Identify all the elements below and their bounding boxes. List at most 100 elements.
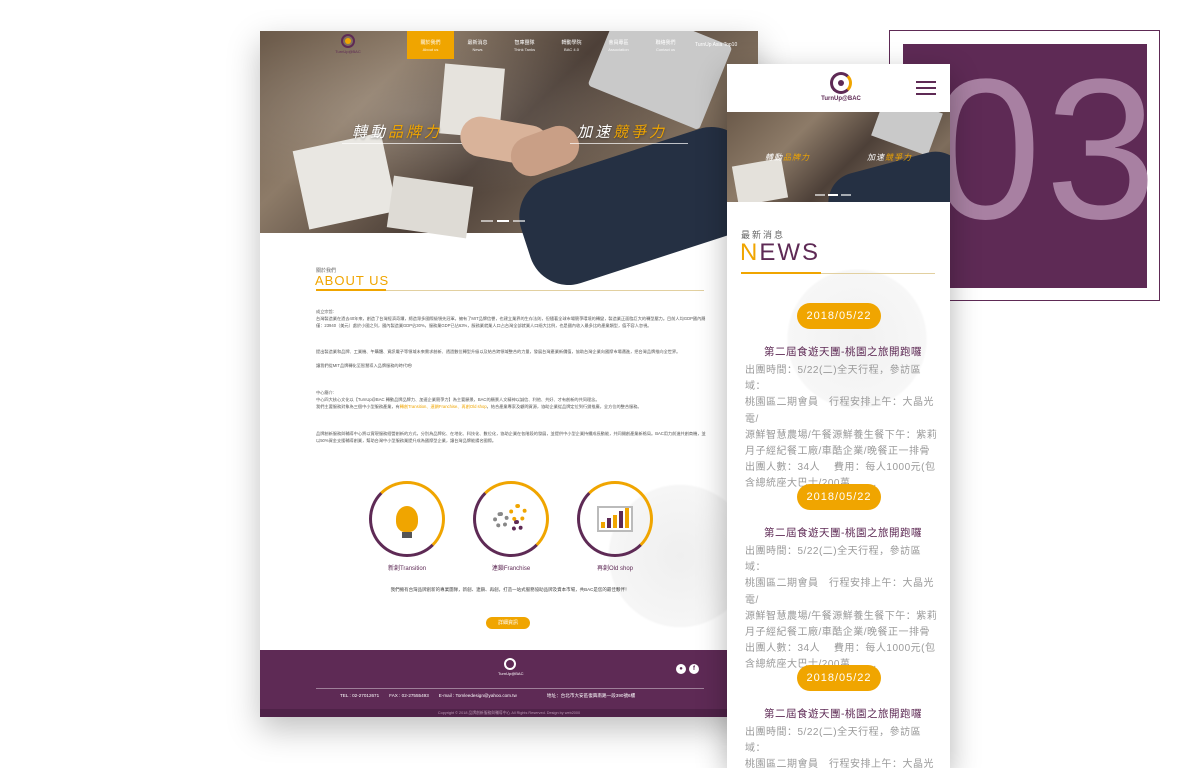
slogan-right-orange: 競爭力	[613, 124, 668, 141]
about-intro-text-2: 品牌創新服務與輔導中心將以實現服務經營創新的方式，分別為品牌化、在地化、科技化、…	[316, 431, 706, 443]
nav-item-sublabel: Think Tanks	[513, 47, 536, 52]
mobile-slide-indicator[interactable]	[815, 194, 851, 196]
footer-fax: FAX : 02-27555493	[389, 693, 429, 698]
hero-document	[386, 175, 474, 239]
line-icon[interactable]: ●	[676, 664, 686, 674]
nav-item-label: 聯絡我們	[655, 40, 676, 46]
desktop-logo[interactable]: TurnUp@BAC	[334, 34, 362, 54]
news-excerpt: 出團時間：5/22(二)全天行程，參訪區域： 桃園區二期會員 行程安排上午：大晶光…	[745, 544, 940, 674]
news-excerpt-line: 出團時間：5/22(二)全天行程，參訪區域：	[745, 727, 922, 755]
about-intro-c: ，結合產業專家及顧問資源，協助企業從品牌定位到行銷推廣，全方位的整合服務。	[486, 403, 642, 409]
nav-item[interactable]: 智庫團隊 Think Tanks	[501, 31, 548, 59]
news-title[interactable]: 第二屆食遊天團-桃園之旅開跑囉	[764, 525, 924, 540]
mobile-logo[interactable]: TurnUp@BAC	[821, 72, 861, 102]
slogan-left-white: 轉動	[765, 153, 783, 162]
service-ring	[577, 481, 653, 557]
mobile-logo-text: TurnUp@BAC	[821, 96, 861, 102]
bar-chart-icon	[597, 506, 633, 532]
news-excerpt-line: 源鮮智慧農場/午餐源鮮養生餐下午：紫莉	[745, 429, 938, 441]
news-date-badge: 2018/05/22	[797, 484, 881, 510]
about-title-first: A	[315, 273, 325, 288]
footer-copyright: Copyright © 2018 品牌創新服務與輔導中心 All Rights …	[260, 709, 758, 717]
about-purpose-label: 成立宗旨:	[316, 309, 334, 314]
about-title-rest: BOUT US	[324, 273, 390, 288]
news-excerpt-line: 月子經紀餐工廠/車酷企業/晚餐正一排骨	[745, 627, 931, 639]
news-excerpt-line: 源鮮智慧農場/午餐源鮮養生餐下午：紫莉	[745, 610, 938, 622]
news-excerpt-line: 出團時間：5/22(二)全天行程，參訪區域：	[745, 546, 922, 574]
about-intro-text: 中心四大核心文化以【TurnUp@BAC 轉動品牌品牌力、加速企業競爭力】為主要…	[316, 397, 706, 411]
service-label: 再創Old shop	[596, 566, 633, 572]
hero-document	[731, 157, 789, 202]
hero-laptop	[871, 112, 943, 156]
slogan-left-orange: 品牌力	[783, 153, 810, 162]
nav-item-sublabel: Association	[608, 47, 629, 52]
service-transition[interactable]: 新創Transition	[368, 481, 446, 572]
slogan-right-white: 加速	[577, 124, 614, 141]
news-title[interactable]: 第二屆食遊天團-桃園之旅開跑囉	[764, 706, 924, 721]
decor-number: 03	[930, 38, 1161, 261]
mobile-slogan-left: 轉動品牌力	[765, 152, 810, 163]
mobile-header: TurnUp@BAC	[727, 64, 950, 112]
logo-text: TurnUp@BAC	[335, 49, 361, 54]
slide-dot[interactable]	[497, 220, 509, 222]
hero-slogan-right: 加速競爭力	[577, 121, 667, 142]
nav-item-label: 會員專區	[608, 40, 629, 46]
more-info-button[interactable]: 詳細資訊	[486, 617, 530, 629]
desktop-mockup: 轉動品牌力 加速競爭力 TurnUp@BAC 關於我們 About us 最新消息 N…	[260, 31, 758, 717]
about-intro-b: 我們主要服務對象為三個中小型服務產業，有	[316, 403, 400, 409]
footer-logo[interactable]: TurnUp@BAC	[498, 658, 524, 676]
mobile-mockup: TurnUp@BAC 轉動品牌力 加速競爭力 最新消息 NEWS 2018/05…	[727, 64, 950, 768]
footer-divider	[316, 688, 704, 689]
about-intro-a: 中心四大核心文化以【TurnUp@BAC 轉動品牌品牌力、加速企業競爭力】為主要…	[316, 397, 600, 402]
footer-address: 地址：台北市大安區復興南路一段390號6樓	[546, 693, 636, 698]
news-title[interactable]: 第二屆食遊天團-桃園之旅開跑囉	[764, 344, 924, 359]
service-franchise[interactable]: 連鎖Franchise	[472, 481, 550, 572]
facebook-icon[interactable]: f	[689, 664, 699, 674]
gears-icon	[491, 504, 531, 534]
nav-item[interactable]: 轉動學院 BAC 4.0	[548, 31, 595, 59]
slogan-right-white: 加速	[867, 153, 885, 162]
about-purpose-text: 台灣製造業在過去40年來，創造了台灣經濟奇蹟，締造眾多國際級領先冠軍。擁有了MI…	[316, 316, 706, 328]
hero-slogan-underline	[342, 143, 462, 144]
lightbulb-icon	[396, 506, 418, 538]
about-intro-highlight: 轉創Transition、連鎖Franchise、再創Old shop	[399, 403, 487, 409]
hamburger-menu-icon[interactable]	[916, 81, 936, 95]
nav-item-sublabel: About us	[422, 47, 439, 52]
footer-social: ● f	[676, 664, 699, 674]
nav-extra-link[interactable]: TurnUp Asia Top10	[689, 31, 737, 59]
nav-item[interactable]: 聯絡我們 Contact us	[642, 31, 689, 59]
news-excerpt-line: 出團人數：34人 費用：每人1000元(包	[745, 643, 936, 655]
service-oldshop[interactable]: 再創Old shop	[576, 481, 654, 572]
service-label: 新創Transition	[387, 566, 427, 572]
mobile-hero-banner: 轉動品牌力 加速競爭力	[727, 112, 950, 202]
news-date-badge: 2018/05/22	[797, 665, 881, 691]
news-excerpt-line: 桃園區二期會員 行程安排上午：大晶光電/	[745, 397, 934, 425]
news-excerpt: 出團時間：5/22(二)全天行程，參訪區域： 桃園區二期會員 行程安排上午：大晶光…	[745, 363, 940, 493]
news-excerpt-line: 桃園區二期會員 行程安排上午：大晶光電/	[745, 578, 934, 606]
footer-email[interactable]: E-mail : Tomleedesign@yahoo.com.tw	[439, 693, 517, 699]
desktop-navbar: TurnUp@BAC 關於我們 About us 最新消息 News 智庫團隊 Think…	[260, 31, 758, 59]
slogan-right-orange: 競爭力	[885, 153, 912, 162]
showcase-stage: 03 轉動品牌力 加速競爭力 TurnUp@BAC 關於我們 About us …	[0, 0, 1200, 768]
slogan-left-white: 轉動	[352, 124, 389, 141]
news-title-rest: EWS	[759, 239, 821, 266]
nav-item-sublabel: BAC 4.0	[564, 47, 579, 52]
slogan-left-orange: 品牌力	[388, 124, 443, 141]
about-intro-label: 中心簡介:	[316, 390, 334, 395]
slide-dot[interactable]	[513, 220, 525, 222]
footer-tel: TEL : 02-27012671	[340, 693, 380, 698]
hero-slogan-underline	[570, 143, 688, 144]
nav-item[interactable]: 關於我們 About us	[407, 31, 454, 59]
news-excerpt: 出團時間：5/22(二)全天行程，參訪區域： 桃園區二期會員 行程安排上午：大晶光…	[745, 725, 940, 768]
nav-item[interactable]: 會員專區 Association	[595, 31, 642, 59]
service-ring	[473, 481, 549, 557]
footer-logo-text: TurnUp@BAC	[498, 671, 524, 676]
nav-item-label: 最新消息	[467, 40, 488, 46]
news-section-title: NEWS	[740, 239, 820, 267]
hero-slide-indicator[interactable]	[481, 220, 525, 222]
hero-document	[292, 132, 398, 230]
about-divider-accent	[316, 289, 386, 291]
nav-item-sublabel: Contact us	[655, 47, 676, 52]
nav-item[interactable]: 最新消息 News	[454, 31, 501, 59]
slide-dot[interactable]	[481, 220, 493, 222]
